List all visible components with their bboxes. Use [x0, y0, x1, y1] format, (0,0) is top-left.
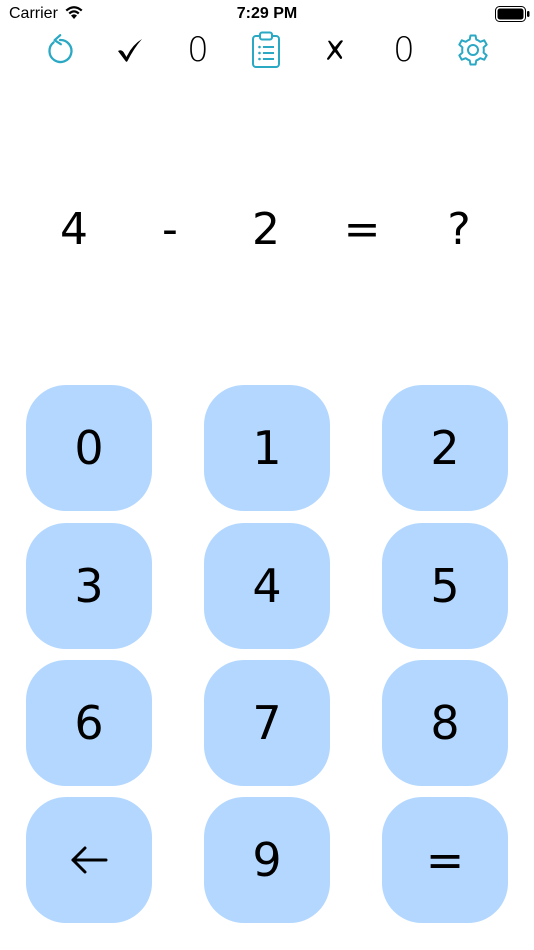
correct-indicator [112, 30, 148, 70]
left-operand: 4 [60, 204, 88, 255]
status-bar: Carrier 7:29 PM [0, 0, 534, 28]
correct-count-value: 0 [187, 30, 209, 70]
battery-icon [495, 6, 530, 22]
wrong-indicator [320, 30, 350, 70]
correct-count: 0 [178, 30, 218, 70]
key-3[interactable]: 3 [26, 523, 152, 649]
cross-icon [327, 40, 343, 60]
gear-icon [458, 34, 488, 66]
key-5[interactable]: 5 [382, 523, 508, 649]
key-8[interactable]: 8 [382, 660, 508, 786]
status-time: 7:29 PM [236, 5, 298, 22]
key-9[interactable]: 9 [204, 797, 330, 923]
equals-key[interactable]: = [382, 797, 508, 923]
checkmark-icon [118, 39, 142, 62]
settings-button[interactable] [454, 30, 492, 70]
equation: 4 - 2 = ? [0, 200, 534, 260]
wrong-count-value: 0 [393, 30, 415, 70]
clipboard-list-icon [252, 31, 280, 68]
reset-arrow-icon [48, 34, 73, 64]
key-1[interactable]: 1 [204, 385, 330, 511]
equals-sign: = [343, 204, 381, 255]
backspace-key[interactable] [26, 797, 152, 923]
score-toolbar: 0 0 [0, 30, 534, 70]
answer-placeholder: ? [447, 204, 471, 255]
key-6[interactable]: 6 [26, 660, 152, 786]
operator: - [162, 204, 178, 255]
wrong-count: 0 [384, 30, 424, 70]
key-0[interactable]: 0 [26, 385, 152, 511]
key-2[interactable]: 2 [382, 385, 508, 511]
backspace-arrow-icon [71, 846, 108, 874]
history-button[interactable] [246, 30, 286, 70]
reset-button[interactable] [40, 30, 80, 70]
key-4[interactable]: 4 [204, 523, 330, 649]
key-7[interactable]: 7 [204, 660, 330, 786]
right-operand: 2 [252, 204, 280, 255]
